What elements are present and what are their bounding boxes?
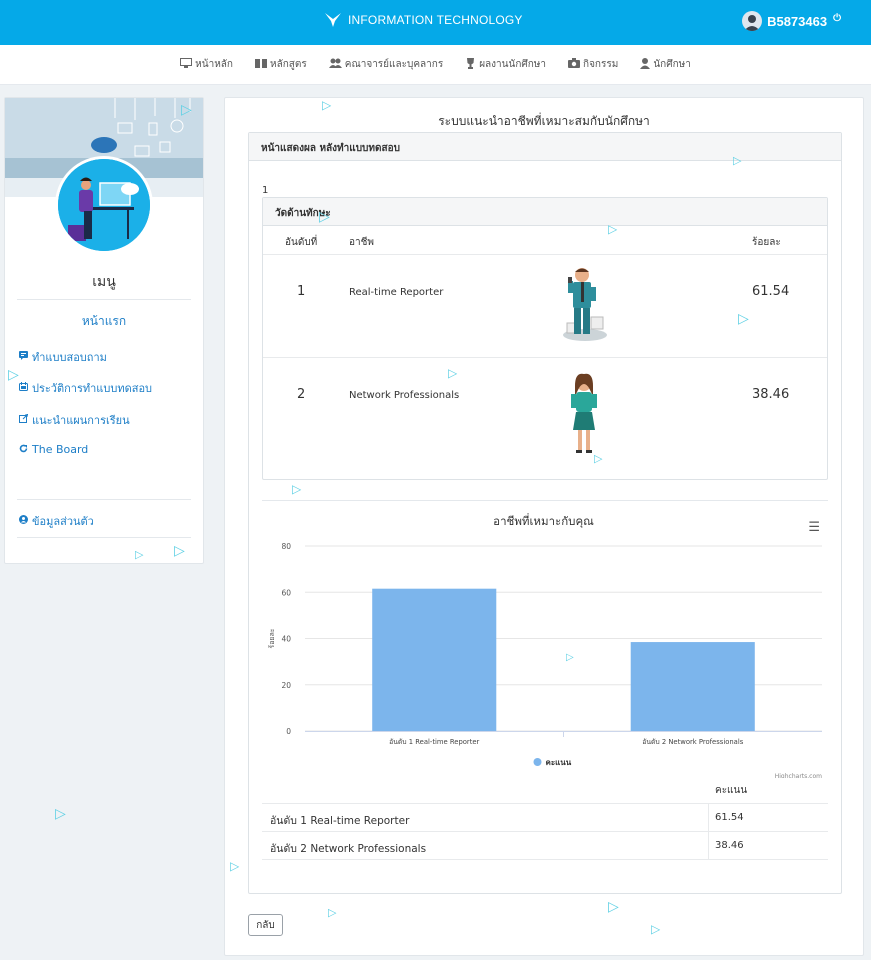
questionnaire-link[interactable]: ทำแบบสอบถาม	[18, 348, 107, 366]
bar	[630, 642, 755, 731]
rank-cell: 1	[297, 284, 306, 299]
user-avatar-icon	[742, 11, 763, 31]
bar	[372, 588, 497, 731]
nav-item-0[interactable]: หน้าหลัก	[180, 57, 233, 72]
bird-logo-icon	[325, 13, 341, 27]
value-cell: 61.54	[715, 812, 744, 823]
y-tick-label: 0	[286, 727, 291, 736]
y-tick-label: 40	[281, 635, 291, 644]
nav-item-label: หลักสูตร	[270, 59, 307, 70]
trophy-icon	[465, 57, 476, 72]
reporter-figure	[559, 265, 617, 349]
result-card: หน้าแสดงผล หลังทำแบบทดสอบ 1 วัดด้านทักษะ…	[248, 132, 842, 894]
result-card-title: หน้าแสดงผล หลังทำแบบทดสอบ	[249, 133, 841, 161]
nav-item-label: คณาจารย์และบุคลากร	[344, 59, 444, 70]
nav-item-label: ผลงานนักศึกษา	[479, 59, 547, 70]
back-button[interactable]: กลับ	[248, 914, 283, 936]
the-board-link[interactable]: The Board	[18, 443, 88, 456]
table-row: 1 Real-time Reporter 61.54	[263, 254, 827, 357]
percent-cell: 61.54	[752, 284, 790, 299]
nav-item-2[interactable]: คณาจารย์และบุคลากร	[328, 57, 444, 72]
category-cell: อันดับ 1 Real-time Reporter	[270, 815, 410, 827]
job-cell: Real-time Reporter	[349, 287, 444, 298]
monitor-icon	[180, 57, 193, 72]
comment-icon	[18, 351, 28, 363]
users-icon	[328, 58, 342, 71]
divider	[262, 500, 828, 501]
first-page-link[interactable]: หน้าแรก	[5, 312, 203, 331]
score-header: คะแนน	[715, 785, 748, 796]
table-bottom-border	[262, 859, 828, 860]
brand-name: INFORMATION TECHNOLOGY	[348, 13, 523, 27]
table-row: 2 Network Professionals 38.46	[263, 357, 827, 460]
top-bar: INFORMATION TECHNOLOGY B5873463 ⏻	[0, 0, 871, 45]
table-row: อันดับ 1 Real-time Reporter 61.54	[262, 803, 828, 831]
rank-header: อันดับที่	[285, 237, 318, 248]
career-chart: อาชีพที่เหมาะกับคุณ 0 20 40 60 80 ร้อยละอันดับ…	[262, 508, 828, 780]
professional-figure	[559, 372, 609, 460]
questionnaire-label: ทำแบบสอบถาม	[32, 351, 107, 364]
user-menu[interactable]: B5873463 ⏻	[742, 11, 841, 31]
menu-title: เมนู	[92, 274, 116, 290]
y-tick-label: 80	[281, 542, 291, 551]
x-tick-label: อันดับ 1 Real-time Reporter	[389, 738, 479, 746]
study-plan-link[interactable]: แนะนำแผนการเรียน	[18, 411, 130, 429]
user-icon	[640, 57, 651, 72]
book-icon	[255, 58, 267, 72]
main-nav: หน้าหลัก หลักสูตร คณาจารย์และบุคลากร ผลงานน…	[0, 45, 871, 85]
value-cell: 38.46	[715, 840, 744, 851]
external-link-icon	[18, 413, 28, 426]
decor-triangle-icon: ▷	[55, 806, 66, 822]
job-header: อาชีพ	[349, 237, 374, 248]
x-tick-label: อันดับ 2 Network Professionals	[642, 738, 743, 746]
camera-icon	[568, 58, 581, 71]
profile-avatar	[55, 156, 153, 254]
percent-header: ร้อยละ	[752, 237, 781, 248]
nav-item-5[interactable]: นักศึกษา	[640, 57, 691, 72]
nav-item-label: นักศึกษา	[653, 59, 691, 70]
nav-item-label: กิจกรรม	[583, 59, 619, 70]
result-number: 1	[262, 185, 269, 196]
y-axis-label: ร้อยละ	[268, 628, 276, 648]
job-cell: Network Professionals	[349, 390, 460, 401]
table-row: อันดับ 2 Network Professionals 38.46	[262, 831, 828, 859]
nav-item-4[interactable]: กิจกรรม	[568, 57, 618, 72]
legend-label: คะแนน	[546, 758, 572, 767]
study-plan-label: แนะนำแผนการเรียน	[32, 414, 130, 427]
user-circle-icon	[18, 515, 28, 527]
history-icon	[18, 382, 28, 394]
percent-cell: 38.46	[752, 387, 790, 402]
chart-title: อาชีพที่เหมาะกับคุณ	[493, 513, 594, 528]
skill-card: วัดด้านทักษะ อันดับที่ อาชีพ ร้อยละ 1 Re…	[262, 197, 828, 480]
divider	[17, 299, 191, 300]
test-history-label: ประวัติการทำแบบทดสอบ	[32, 382, 153, 395]
y-tick-label: 20	[281, 681, 291, 690]
nav-item-1[interactable]: หลักสูตร	[255, 57, 307, 72]
power-icon[interactable]: ⏻	[833, 13, 841, 24]
chart-svg: อาชีพที่เหมาะกับคุณ 0 20 40 60 80 ร้อยละอันดับ…	[268, 513, 822, 780]
username: B5873463	[767, 13, 828, 29]
divider	[17, 537, 191, 538]
nav-item-label: หน้าหลัก	[195, 59, 233, 70]
legend-marker	[533, 758, 542, 766]
page-title: ระบบแนะนำอาชีพที่เหมาะสมกับนักศึกษา	[438, 114, 650, 128]
y-tick-label: 60	[281, 588, 291, 597]
skill-card-title: วัดด้านทักษะ	[263, 198, 827, 226]
brand-logo[interactable]: INFORMATION TECHNOLOGY	[324, 12, 523, 28]
nav-item-3[interactable]: ผลงานนักศึกษา	[465, 57, 546, 72]
rank-cell: 2	[297, 387, 306, 402]
test-history-link[interactable]: ประวัติการทำแบบทดสอบ	[18, 379, 152, 397]
chart-credit: Highcharts.com	[775, 773, 822, 778]
divider	[17, 499, 191, 500]
category-cell: อันดับ 2 Network Professionals	[270, 843, 427, 855]
the-board-label: The Board	[32, 443, 89, 456]
chart-menu-icon[interactable]: ☰	[808, 520, 820, 535]
refresh-icon	[18, 444, 28, 456]
profile-label: ข้อมูลส่วนตัว	[32, 515, 94, 528]
main-panel: ระบบแนะนำอาชีพที่เหมาะสมกับนักศึกษา หน้า…	[224, 97, 864, 956]
sidebar: เมนู หน้าแรก ทำแบบสอบถาม ประวัติการทำแบบ…	[4, 97, 204, 564]
profile-link[interactable]: ข้อมูลส่วนตัว	[18, 512, 94, 530]
